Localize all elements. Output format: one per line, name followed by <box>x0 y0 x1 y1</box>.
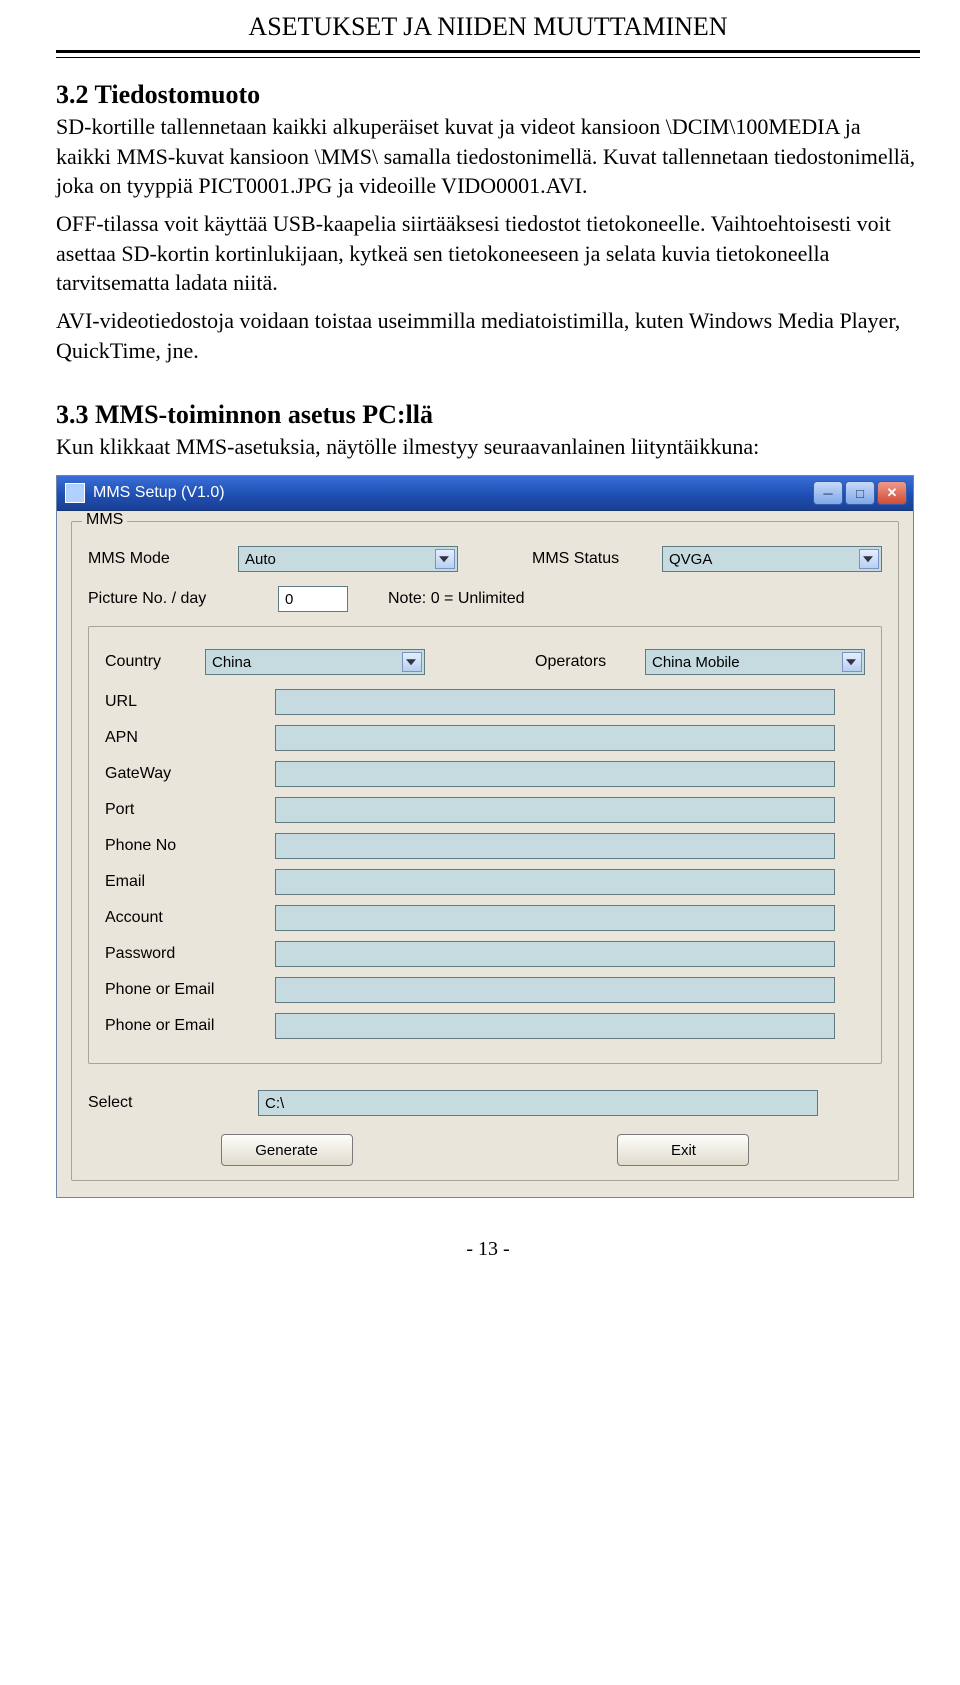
section-3-2-paragraph-2: OFF-tilassa voit käyttää USB-kaapelia si… <box>56 209 920 298</box>
mms-setup-window: MMS Setup (V1.0) ─ □ ✕ MMS MMS Mode Auto… <box>56 475 914 1198</box>
mms-mode-value: Auto <box>245 551 276 568</box>
phone-or-email-1-label: Phone or Email <box>105 981 275 999</box>
mms-mode-combo[interactable]: Auto <box>238 546 458 572</box>
select-path-input[interactable]: C:\ <box>258 1090 818 1116</box>
mms-status-combo[interactable]: QVGA <box>662 546 882 572</box>
mms-status-value: QVGA <box>669 551 712 568</box>
section-3-2-paragraph-3: AVI-videotiedostoja voidaan toistaa usei… <box>56 306 920 365</box>
url-input[interactable] <box>275 689 835 715</box>
mms-mode-label: MMS Mode <box>88 550 238 568</box>
country-label: Country <box>105 653 205 671</box>
operator-groupbox: Country China Operators China Mobile URL… <box>88 626 882 1064</box>
section-3-2-paragraph-1: SD-kortille tallennetaan kaikki alkuperä… <box>56 112 920 201</box>
phone-no-input[interactable] <box>275 833 835 859</box>
generate-button[interactable]: Generate <box>221 1134 353 1166</box>
apn-input[interactable] <box>275 725 835 751</box>
email-input[interactable] <box>275 869 835 895</box>
phone-or-email-2-input[interactable] <box>275 1013 835 1039</box>
minimize-icon[interactable]: ─ <box>813 481 843 505</box>
chevron-down-icon <box>863 556 873 562</box>
phone-or-email-1-input[interactable] <box>275 977 835 1003</box>
phone-or-email-2-label: Phone or Email <box>105 1017 275 1035</box>
gateway-label: GateWay <box>105 765 275 783</box>
page-number: - 13 - <box>56 1238 920 1261</box>
operators-value: China Mobile <box>652 654 740 671</box>
email-label: Email <box>105 873 275 891</box>
password-label: Password <box>105 945 275 963</box>
select-label: Select <box>88 1094 258 1112</box>
window-title: MMS Setup (V1.0) <box>93 484 813 502</box>
chevron-down-icon <box>406 659 416 665</box>
country-combo[interactable]: China <box>205 649 425 675</box>
close-icon[interactable]: ✕ <box>877 481 907 505</box>
mms-groupbox: MMS MMS Mode Auto MMS Status QVGA Pictur… <box>71 521 899 1181</box>
page-header: ASETUKSET JA NIIDEN MUUTTAMINEN <box>56 0 920 46</box>
mms-group-legend: MMS <box>82 511 127 529</box>
country-value: China <box>212 654 251 671</box>
header-rule <box>56 50 920 58</box>
app-icon <box>65 483 85 503</box>
chevron-down-icon <box>439 556 449 562</box>
section-3-3-title: 3.3 MMS-toiminnon asetus PC:llä <box>56 400 920 430</box>
window-titlebar[interactable]: MMS Setup (V1.0) ─ □ ✕ <box>57 476 913 511</box>
password-input[interactable] <box>275 941 835 967</box>
port-input[interactable] <box>275 797 835 823</box>
url-label: URL <box>105 693 275 711</box>
picture-no-note: Note: 0 = Unlimited <box>388 590 525 608</box>
maximize-icon[interactable]: □ <box>845 481 875 505</box>
operators-label: Operators <box>535 653 645 671</box>
section-3-3-intro: Kun klikkaat MMS-asetuksia, näytölle ilm… <box>56 432 920 462</box>
section-3-2: 3.2 Tiedostomuoto SD-kortille tallenneta… <box>56 80 920 366</box>
phone-no-label: Phone No <box>105 837 275 855</box>
section-3-2-title: 3.2 Tiedostomuoto <box>56 80 920 110</box>
mms-status-label: MMS Status <box>532 550 662 568</box>
section-3-3: 3.3 MMS-toiminnon asetus PC:llä Kun klik… <box>56 400 920 462</box>
gateway-input[interactable] <box>275 761 835 787</box>
picture-no-label: Picture No. / day <box>88 590 278 608</box>
picture-no-input[interactable]: 0 <box>278 586 348 612</box>
exit-button[interactable]: Exit <box>617 1134 749 1166</box>
port-label: Port <box>105 801 275 819</box>
account-label: Account <box>105 909 275 927</box>
account-input[interactable] <box>275 905 835 931</box>
operators-combo[interactable]: China Mobile <box>645 649 865 675</box>
apn-label: APN <box>105 729 275 747</box>
chevron-down-icon <box>846 659 856 665</box>
